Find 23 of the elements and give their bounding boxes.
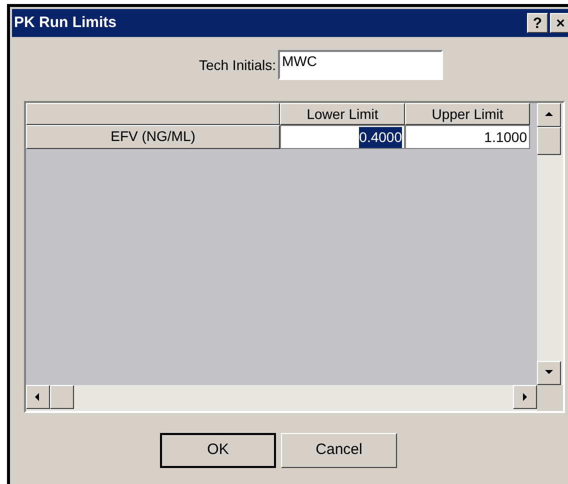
- row-header: EFV (NG/ML): [26, 125, 280, 149]
- tech-initials-field[interactable]: MWC: [278, 50, 444, 80]
- vertical-scrollbar[interactable]: [537, 103, 563, 385]
- scroll-thumb[interactable]: [50, 385, 74, 409]
- cell-value: 0.4000: [359, 126, 402, 148]
- ok-button[interactable]: OK: [160, 433, 276, 468]
- close-button[interactable]: ×: [550, 13, 568, 33]
- column-header[interactable]: Upper Limit: [405, 103, 530, 125]
- scroll-thumb[interactable]: [537, 127, 561, 155]
- scrollbar-corner: [537, 385, 563, 411]
- scroll-up-icon[interactable]: [537, 103, 561, 127]
- cancel-button[interactable]: Cancel: [281, 433, 397, 468]
- horizontal-scrollbar[interactable]: [26, 385, 537, 411]
- table-cell[interactable]: 0.4000: [280, 125, 405, 149]
- help-button[interactable]: ?: [527, 13, 548, 33]
- window-title: PK Run Limits: [14, 12, 117, 33]
- column-header[interactable]: Lower Limit: [280, 103, 405, 125]
- table-cell[interactable]: 1.1000: [405, 125, 530, 149]
- tech-initials-label: Tech Initials:: [198, 56, 276, 74]
- scroll-left-icon[interactable]: [26, 385, 50, 409]
- scroll-right-icon[interactable]: [513, 385, 537, 409]
- scroll-down-icon[interactable]: [537, 361, 561, 385]
- cell-value: 1.1000: [484, 128, 527, 146]
